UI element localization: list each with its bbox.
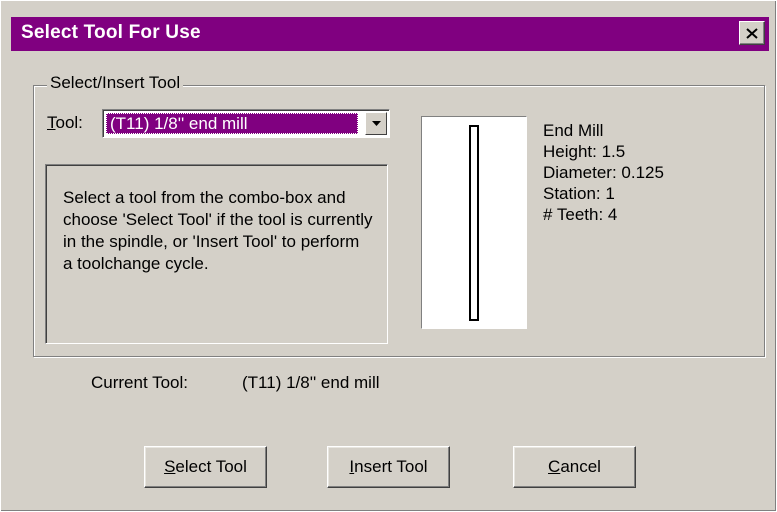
title-bar[interactable]: Select Tool For Use	[11, 17, 769, 51]
cancel-button[interactable]: Cancel	[513, 446, 636, 488]
combo-dropdown-button[interactable]	[365, 112, 387, 135]
dialog-window: Select Tool For Use Select/Insert Tool T…	[0, 0, 777, 512]
tool-type: End Mill	[543, 121, 604, 140]
instructions-panel: Select a tool from the combo-box and cho…	[45, 164, 388, 344]
instructions-text: Select a tool from the combo-box and cho…	[63, 188, 373, 273]
tool-station: Station: 1	[543, 184, 615, 203]
tool-diameter: Diameter: 0.125	[543, 163, 664, 182]
tool-specs: End Mill Height: 1.5 Diameter: 0.125 Sta…	[543, 120, 664, 225]
tool-label: Tool:	[47, 113, 83, 132]
close-icon	[746, 27, 758, 39]
tool-preview	[421, 116, 527, 329]
group-legend: Select/Insert Tool	[47, 73, 184, 93]
tool-height: Height: 1.5	[543, 142, 626, 161]
current-tool-label: Current Tool:	[91, 373, 189, 392]
current-tool-value: (T11) 1/8'' end mill	[242, 373, 380, 392]
chevron-down-icon	[371, 121, 381, 126]
dialog-title: Select Tool For Use	[21, 22, 201, 43]
tool-combo-box[interactable]: (T11) 1/8'' end mill	[102, 109, 390, 138]
select-tool-button[interactable]: Select Tool	[144, 446, 267, 488]
end-mill-outline	[469, 125, 479, 321]
tool-combo-selected: (T11) 1/8'' end mill	[106, 113, 358, 134]
insert-tool-button[interactable]: Insert Tool	[327, 446, 450, 488]
close-button[interactable]	[739, 21, 765, 45]
tool-teeth: # Teeth: 4	[543, 205, 618, 224]
